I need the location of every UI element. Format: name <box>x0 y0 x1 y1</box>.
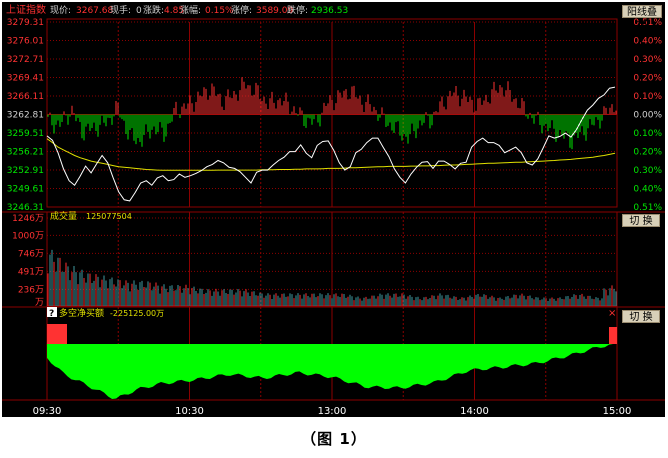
price-axis-left: 3279.31 3276.01 3272.71 3269.41 3266.11 3262.… <box>7 18 44 213</box>
volume-tick-label: 746万 <box>18 249 44 259</box>
flow-edge-positive-right <box>609 327 617 344</box>
time-tick-label: 14:00 <box>460 406 489 417</box>
overlay-button[interactable]: 阳线叠加 <box>622 5 662 31</box>
time-tick-label: 09:30 <box>33 406 62 417</box>
price-tick-label: 3272.71 <box>7 55 44 65</box>
percent-tick-label: 0.00% <box>633 111 662 121</box>
price-tick-label: 3259.51 <box>7 129 44 139</box>
down-limit-value: 2936.53 <box>311 6 348 16</box>
hand-label: 现手: <box>110 4 131 16</box>
volume-tick-label: 万 <box>35 298 44 308</box>
close-icon[interactable]: × <box>608 308 616 319</box>
intraday-chart[interactable]: 上证指数 现价: 3267.68 现手: 0 涨跌: 4.85 涨幅: 0.15… <box>2 2 665 417</box>
pct-value: 0.15% <box>205 6 234 16</box>
time-axis: 09:30 10:30 13:00 14:00 15:00 <box>33 406 632 417</box>
time-tick-label: 15:00 <box>603 406 632 417</box>
volume-tick-label: 1000万 <box>12 231 44 241</box>
flow-edge-positive-left <box>47 324 67 344</box>
intraday-chart-frame[interactable]: 上证指数 现价: 3267.68 现手: 0 涨跌: 4.85 涨幅: 0.15… <box>2 2 665 417</box>
price-tick-label: 3266.11 <box>7 92 44 102</box>
chart-grid <box>2 18 665 401</box>
price-tick-label: 3276.01 <box>7 37 44 47</box>
percent-tick-label: 0.10% <box>633 92 662 102</box>
flow-title: 多空净买额 <box>59 307 104 319</box>
flow-switch-button[interactable]: 切 换 <box>622 310 660 323</box>
percent-tick-label: 0.40% <box>633 37 662 47</box>
price-line <box>46 86 616 202</box>
volume-switch-button[interactable]: 切 换 <box>622 214 660 227</box>
price-tick-label: 3249.61 <box>7 185 44 195</box>
pct-label: 涨幅: <box>180 4 201 16</box>
price-label: 现价: <box>50 5 71 16</box>
volume-axis-left: 1246万 1000万 746万 491万 236万万 <box>12 214 44 308</box>
percent-tick-label: 0.20% <box>633 148 662 158</box>
volume-tick-label: 236万 <box>18 285 44 295</box>
price-tick-label: 3252.91 <box>7 166 44 176</box>
quote-row: 现价: 3267.68 现手: 0 涨跌: 4.85 涨幅: 0.15% 涨停:… <box>50 4 348 16</box>
volume-tick-label: 491万 <box>18 267 44 277</box>
up-limit-label: 涨停: <box>231 4 252 16</box>
percent-tick-label: 0.10% <box>633 129 662 139</box>
time-tick-label: 10:30 <box>175 406 204 417</box>
help-icon-glyph: ? <box>49 309 54 319</box>
average-price-line <box>46 138 616 171</box>
figure-caption: （图 1） <box>301 430 367 448</box>
price-tick-label: 3279.31 <box>7 18 44 28</box>
volume-value: 125077504 <box>86 212 132 221</box>
percent-tick-label: 0.51% <box>633 203 662 213</box>
time-tick-label: 13:00 <box>318 406 347 417</box>
down-limit-label: 跌停: <box>287 4 308 16</box>
price-tick-label: 3269.41 <box>7 74 44 84</box>
percent-tick-label: 0.20% <box>633 74 662 84</box>
hand-value: 0 <box>136 6 142 16</box>
percent-axis-right: 0.51% 0.40% 0.30% 0.20% 0.10% 0.00% 0.10% 0.20%… <box>633 18 662 213</box>
price-tick-label: 3256.21 <box>7 148 44 158</box>
percent-tick-label: 0.30% <box>633 55 662 65</box>
price-tick-label: 3246.31 <box>7 203 44 213</box>
volume-title: 成交量 <box>50 210 77 222</box>
price-value: 3267.68 <box>76 6 113 16</box>
index-name: 上证指数 <box>6 3 46 16</box>
volume-tick-label: 1246万 <box>12 214 44 224</box>
change-label: 涨跌: <box>143 5 164 16</box>
price-tick-label: 3262.81 <box>7 111 44 121</box>
percent-tick-label: 0.30% <box>633 166 662 176</box>
percent-tick-label: 0.40% <box>633 185 662 195</box>
flow-value: -225125.00万 <box>110 309 164 318</box>
